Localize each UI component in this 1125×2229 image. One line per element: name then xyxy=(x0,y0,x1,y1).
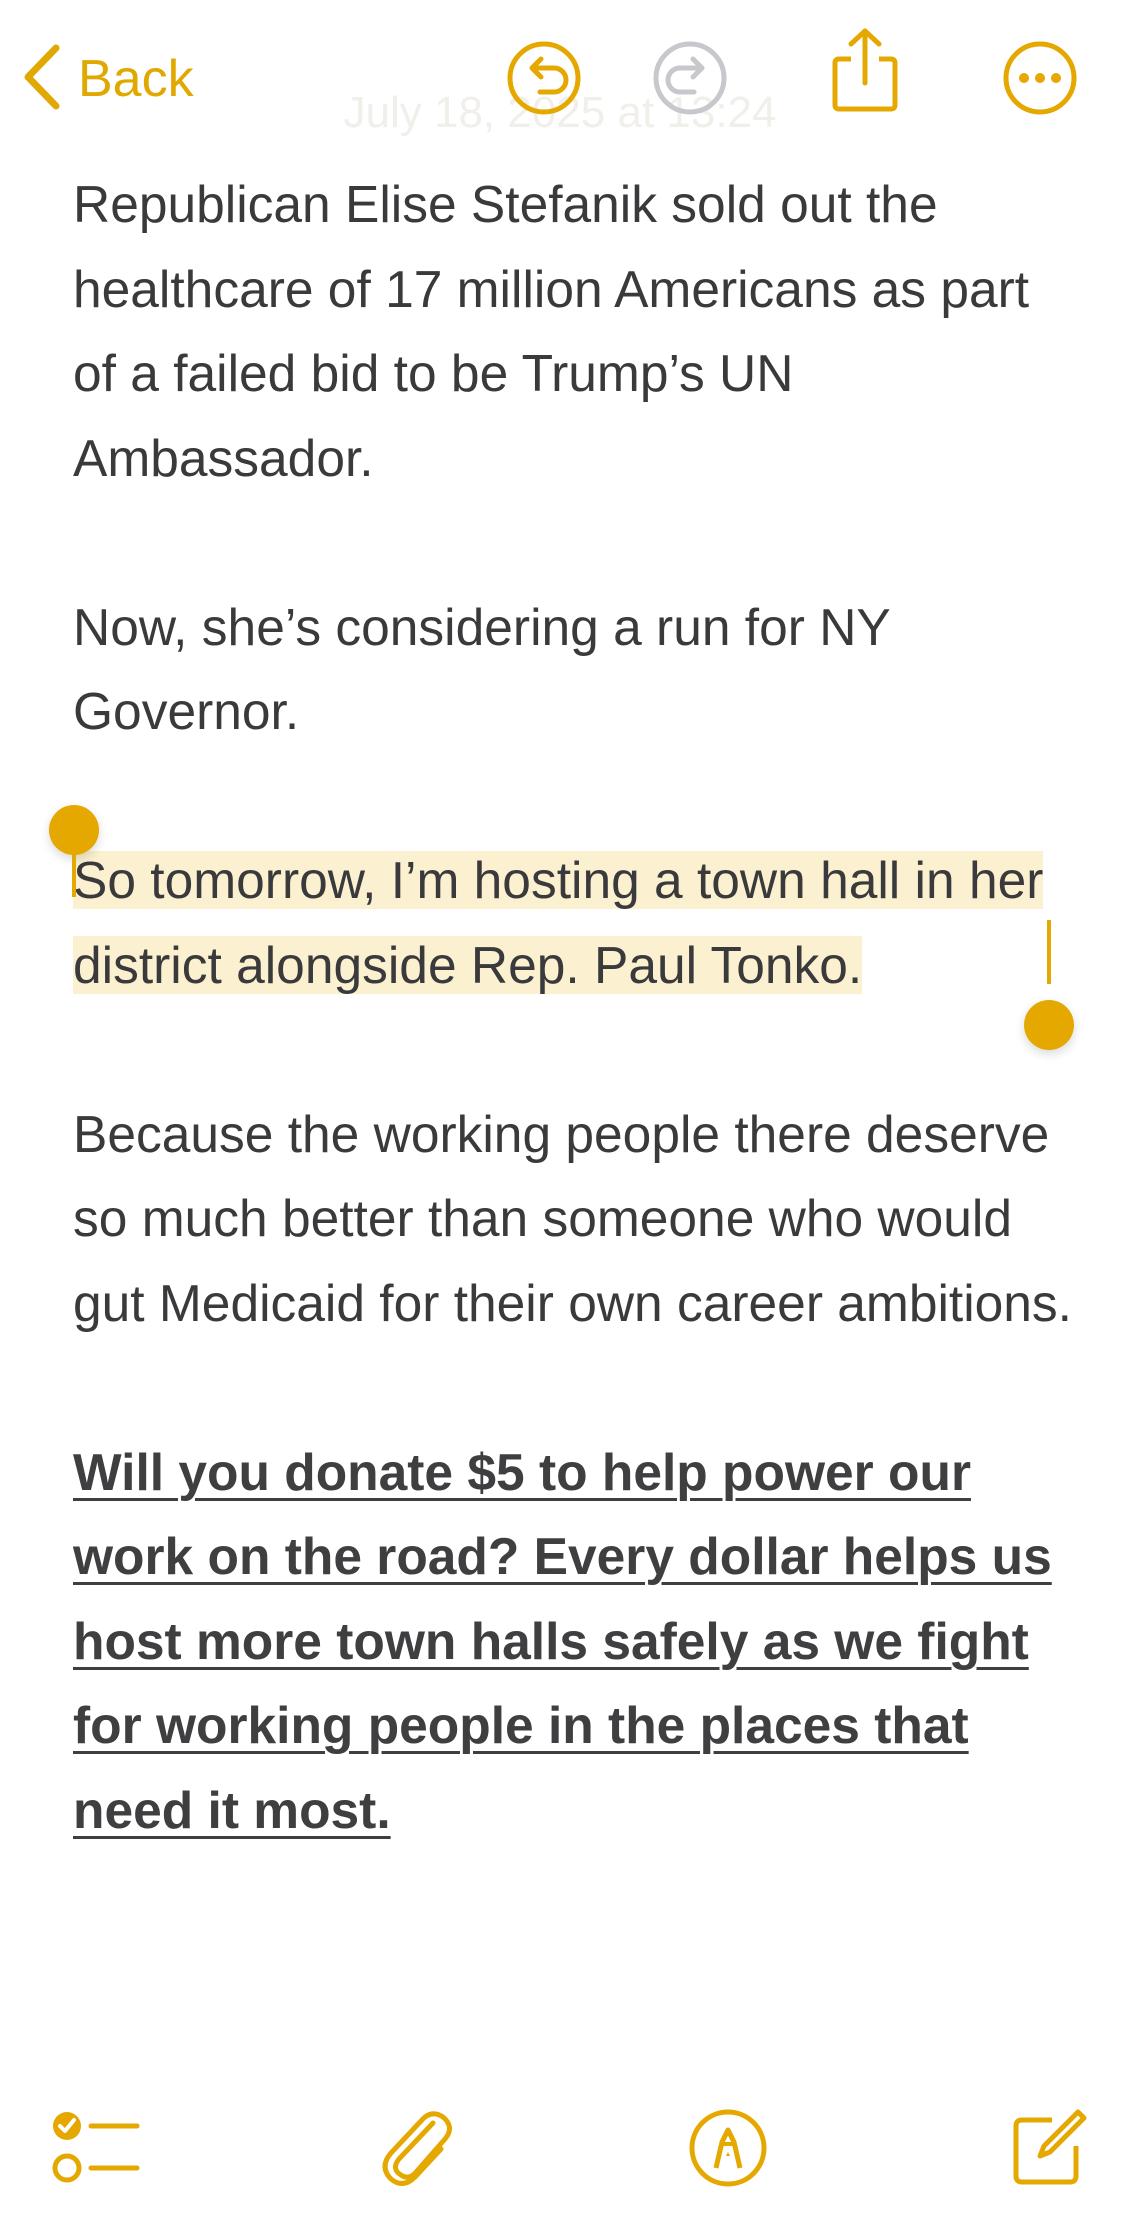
paperclip-icon xyxy=(371,2103,461,2198)
chevron-left-icon xyxy=(22,42,62,117)
checklist-button[interactable] xyxy=(46,2100,146,2200)
markup-button[interactable] xyxy=(678,2100,778,2200)
compose-icon xyxy=(1006,2106,1090,2195)
checklist-icon xyxy=(51,2108,141,2193)
back-button[interactable]: Back xyxy=(22,34,194,124)
top-toolbar: July 18, 2025 at 13:24 Back xyxy=(0,0,1125,160)
markup-pen-icon xyxy=(686,2106,770,2195)
donate-paragraph: Will you donate $5 to help power our wor… xyxy=(73,1430,1073,1853)
selected-paragraph: So tomorrow, I’m hosting a town hall in … xyxy=(73,838,1073,1007)
back-label: Back xyxy=(78,50,194,108)
undo-icon xyxy=(504,38,584,123)
share-icon xyxy=(825,25,905,120)
more-button[interactable] xyxy=(998,38,1082,122)
text-selection: So tomorrow, I’m hosting a town hall in … xyxy=(73,851,1044,994)
donate-link[interactable]: Will you donate $5 to help power our wor… xyxy=(73,1443,1052,1839)
note-body[interactable]: Republican Elise Stefanik sold out the h… xyxy=(73,162,1073,1852)
note-paragraph: Because the working people there deserve… xyxy=(73,1104,1072,1332)
bottom-toolbar xyxy=(0,2080,1125,2200)
redo-button[interactable] xyxy=(648,38,732,122)
more-icon xyxy=(1000,38,1080,123)
undo-button[interactable] xyxy=(502,38,586,122)
redo-icon xyxy=(650,38,730,123)
note-paragraph: Now, she’s considering a run for NY Gove… xyxy=(73,597,890,741)
share-button[interactable] xyxy=(823,28,907,114)
compose-button[interactable] xyxy=(998,2100,1098,2200)
note-paragraph: Republican Elise Stefanik sold out the h… xyxy=(73,175,1030,487)
attachment-button[interactable] xyxy=(366,2100,466,2200)
